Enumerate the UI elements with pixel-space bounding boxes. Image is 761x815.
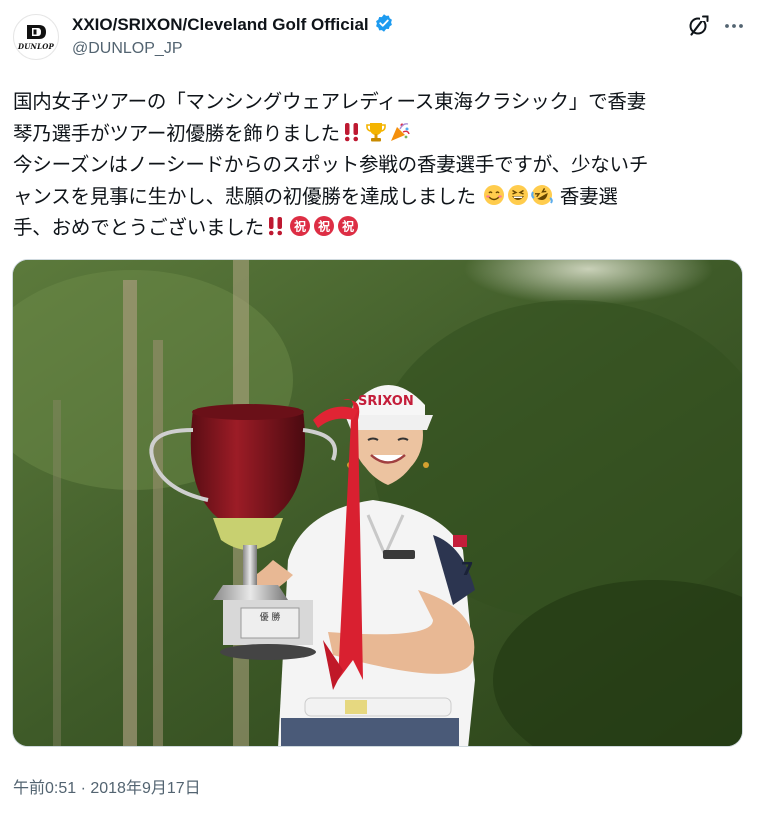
tweet-line-text: 手、おめでとうございました [13, 216, 264, 239]
tweet-line-text: 琴乃選手がツアー初優勝を飾りました [13, 121, 340, 145]
svg-text:祝: 祝 [294, 219, 306, 234]
grok-icon[interactable] [686, 14, 710, 38]
congratulations-ideograph-icon: 祝 [289, 216, 310, 236]
party-popper-icon [390, 122, 410, 141]
tweet-line-text: 香妻選 [559, 184, 618, 208]
svg-text:祝: 祝 [342, 219, 354, 234]
tweet-line-text: ャンスを見事に生かし、悲願の初優勝を達成しました [13, 184, 476, 208]
tweet-line: 今シーズンはノーシードからのスポット参戦の香妻選手ですが、少ないチ [13, 149, 748, 181]
tweet-timestamp[interactable]: 午前0:51 · 2018年9月17日 [13, 774, 201, 798]
svg-text:優 勝: 優 勝 [260, 611, 281, 623]
svg-text:7: 7 [461, 559, 474, 580]
rolling-laughing-face-icon [531, 184, 553, 205]
trophy-icon [366, 122, 386, 141]
smiling-face-icon [483, 184, 504, 205]
tweet-line: 国内女子ツアーの「マンシングウェアレディース東海クラシック」で香妻 [13, 86, 748, 118]
tweet-line: 琴乃選手がツアー初優勝を飾りました [13, 118, 748, 150]
name-row: XXIO/SRIXON/Cleveland Golf Official [72, 13, 394, 37]
congratulations-ideograph-icon: 祝 [337, 216, 358, 236]
double-exclamation-icon [344, 122, 358, 141]
tweet-line-text: 今シーズンはノーシードからのスポット参戦の香妻選手ですが、少ないチ [13, 153, 649, 176]
avatar-label: DUNLOP [17, 42, 55, 51]
tweet-line: ャンスを見事に生かし、悲願の初優勝を達成しました 香妻選 [13, 181, 748, 213]
golfer-trophy-photo: 7 SRIXON 優 勝 [13, 260, 742, 746]
tweet-line-text: 国内女子ツアーの「マンシングウェアレディース東海クラシック」で香妻 [13, 90, 647, 113]
dunlop-logo-icon [25, 23, 47, 41]
congratulations-ideograph-icon: 祝 [313, 216, 334, 236]
avatar[interactable]: DUNLOP [13, 14, 59, 60]
svg-text:SRIXON: SRIXON [358, 394, 414, 409]
display-name[interactable]: XXIO/SRIXON/Cleveland Golf Official [72, 15, 369, 35]
tweet-line: 手、おめでとうございました祝祝祝 [13, 212, 748, 244]
more-options-icon[interactable] [722, 14, 746, 38]
svg-text:祝: 祝 [318, 219, 330, 234]
grinning-squinting-face-icon [507, 184, 528, 205]
tweet-header: DUNLOP XXIO/SRIXON/Cleveland Golf Offici… [0, 0, 761, 72]
tweet-text: 国内女子ツアーの「マンシングウェアレディース東海クラシック」で香妻 琴乃選手がツ… [13, 86, 748, 244]
verified-badge-icon [374, 13, 394, 37]
double-exclamation-icon [268, 217, 282, 236]
tweet-photo[interactable]: 7 SRIXON 優 勝 [12, 259, 743, 747]
account-handle[interactable]: @DUNLOP_JP [72, 40, 183, 58]
